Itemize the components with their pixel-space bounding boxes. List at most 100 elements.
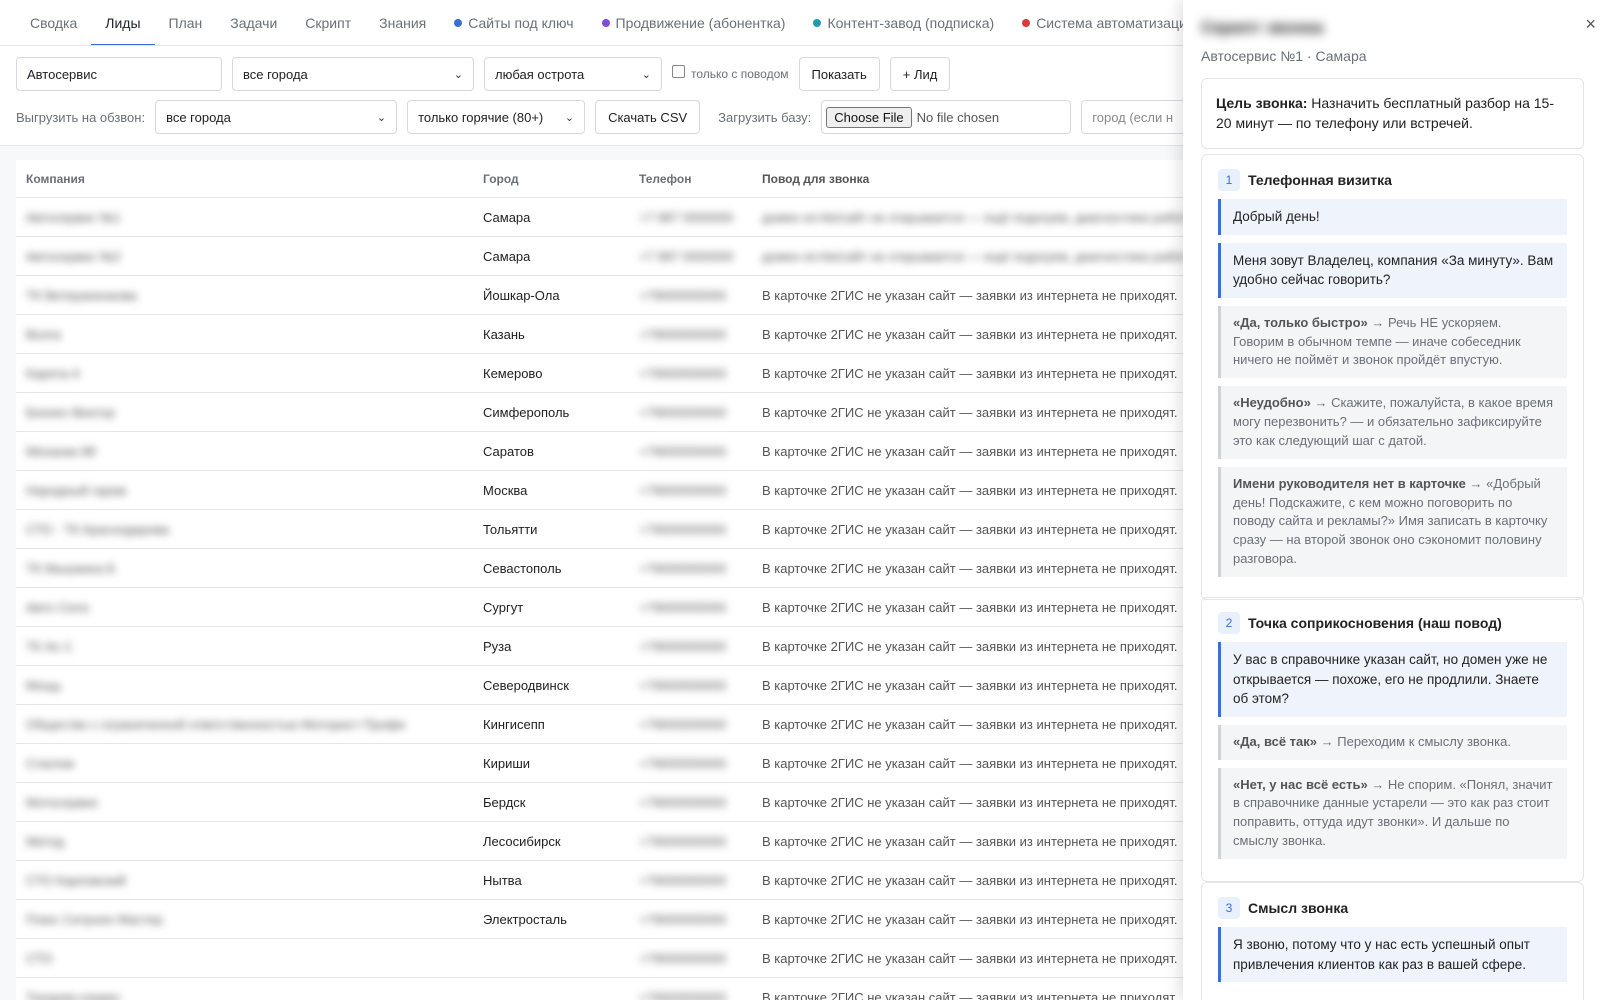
table-row[interactable]: Авто Село Сургут +79000000000 В карточке 2Г…: [16, 588, 1196, 627]
phone-cell: +79000000000: [639, 794, 727, 810]
phone-cell: +79000000000: [639, 755, 727, 771]
reason-cell: В карточке 2ГИС не указан сайт — заявки …: [762, 911, 1178, 927]
table-row[interactable]: Автосервис №2 Самара +7 987 0000000 домен и…: [16, 237, 1196, 276]
header-city[interactable]: Город: [473, 172, 629, 186]
city-filter-select[interactable]: все города ⌄: [232, 57, 474, 91]
city-cell: Лесосибирск: [483, 833, 561, 849]
table-row[interactable]: ТК Ветераненкова Йошкар-Ола +79000000000 В …: [16, 276, 1196, 315]
phone-cell: +79000000000: [639, 599, 727, 615]
script-step: 2 Точка соприкосновения (наш повод) У вас …: [1201, 597, 1584, 882]
city-cell: Тольятти: [483, 521, 538, 537]
table-row[interactable]: Автосервис №1 Самара +7 987 0000000 домен и…: [16, 198, 1196, 237]
export-city-select[interactable]: все города ⌄: [155, 100, 398, 134]
header-reason[interactable]: Повод для звонка: [752, 172, 1196, 186]
panel-title: Скрипт звонка: [1201, 18, 1324, 37]
objection-response: → Переходим к смыслу звонка.: [1317, 733, 1511, 749]
reason-cell: В карточке 2ГИС не указан сайт — заявки …: [762, 482, 1178, 498]
company-cell: Токарев-сервис: [26, 989, 121, 1000]
table-row[interactable]: СТО +79000000000 В карточке 2ГИС не указан…: [16, 939, 1196, 978]
table-row[interactable]: СТО Карповский Нытва +79000000000 В карточк…: [16, 861, 1196, 900]
city-cell: Саратов: [483, 443, 534, 459]
reason-cell: В карточке 2ГИС не указан сайт — заявки …: [762, 794, 1178, 810]
header-phone[interactable]: Телефон: [629, 172, 752, 186]
script-line: Добрый день!: [1218, 199, 1567, 235]
close-icon[interactable]: ×: [1585, 14, 1596, 35]
tab-6[interactable]: Сайты под ключ: [440, 0, 587, 45]
only-reason-checkbox[interactable]: [672, 64, 685, 78]
phone-cell: +79000000000: [639, 443, 727, 459]
tab-9[interactable]: Система автоматизации: [1008, 0, 1208, 45]
only-reason-toggle[interactable]: только с поводом: [672, 64, 789, 81]
table-row[interactable]: Народный гараж Москва +79000000000 В карточ…: [16, 471, 1196, 510]
tab-label: Лиды: [105, 14, 141, 31]
export-heat-value: только горячие (80+): [418, 109, 544, 125]
search-input[interactable]: Автосервис: [16, 57, 222, 91]
city-cell: Самара: [483, 248, 531, 264]
phone-cell: +79000000000: [639, 677, 727, 693]
table-row[interactable]: Карета-4 Кемерово +79000000000 В карточке 2…: [16, 354, 1196, 393]
phone-cell: +79000000000: [639, 833, 727, 849]
tab-5[interactable]: Знания: [365, 0, 440, 45]
objection-label: «Неудобно»: [1233, 395, 1311, 411]
reason-cell: В карточке 2ГИС не указан сайт — заявки …: [762, 989, 1178, 1000]
tab-label: Скрипт: [305, 14, 352, 31]
show-button[interactable]: Показать: [798, 57, 880, 91]
company-cell: Мощь: [26, 677, 62, 693]
export-label: Выгрузить на обзвон:: [16, 109, 146, 125]
phone-cell: +79000000000: [639, 521, 727, 537]
status-dot-icon: [1022, 18, 1031, 27]
choose-file-button[interactable]: Choose File: [826, 106, 912, 128]
tab-label: План: [168, 14, 203, 31]
download-csv-button[interactable]: Скачать CSV: [595, 100, 701, 134]
filter-row: Автосервис все города ⌄ любая острота ⌄ …: [16, 57, 960, 91]
table-row[interactable]: Механик 88 Саратов +79000000000 В карточке …: [16, 432, 1196, 471]
upload-label: Загрузить базу:: [718, 109, 812, 125]
phone-cell: +79000000000: [639, 638, 727, 654]
table-row[interactable]: Общество с ограниченной ответственностью…: [16, 705, 1196, 744]
table-row[interactable]: Метод Лесосибирск +79000000000 В карточке 2…: [16, 822, 1196, 861]
chevron-down-icon: ⌄: [641, 68, 651, 81]
city-cell: Нытва: [483, 872, 522, 888]
file-input[interactable]: Choose File No file chosen: [821, 100, 1072, 134]
file-status-text: No file chosen: [916, 109, 1000, 125]
export-heat-select[interactable]: только горячие (80+) ⌄: [407, 100, 586, 134]
table-row[interactable]: ТК Ас-1 Руза +79000000000 В карточке 2ГИС н…: [16, 627, 1196, 666]
city-cell: Кемерово: [483, 365, 543, 381]
tab-label: Система автоматизации: [1036, 14, 1195, 31]
table-row[interactable]: Бизнес-Вектор Симферополь +79000000000 В ка…: [16, 393, 1196, 432]
step-header: 3 Смысл звонка: [1218, 897, 1567, 919]
header-company[interactable]: Компания: [16, 172, 473, 186]
table-row[interactable]: СТО · ТК Краснодарова Тольятти +7900000000…: [16, 510, 1196, 549]
add-lead-button[interactable]: + Лид: [889, 57, 951, 91]
script-step: 1 Телефонная визитка Добрый день! Меня зову…: [1201, 154, 1584, 600]
leads-table: Компания Город Телефон Повод для звонка …: [16, 160, 1196, 1000]
company-cell: Авто Село: [26, 599, 90, 615]
tab-1[interactable]: Лиды: [91, 0, 155, 45]
tab-3[interactable]: Задачи: [216, 0, 291, 45]
table-row[interactable]: Токарев-сервис +79000000000 В карточке 2ГИ…: [16, 978, 1196, 1000]
tab-0[interactable]: Сводка: [16, 0, 91, 45]
phone-cell: +79000000000: [639, 287, 727, 303]
status-dot-icon: [601, 18, 610, 27]
company-cell: Механик 88: [26, 443, 96, 459]
status-dot-icon: [813, 18, 822, 27]
table-row[interactable]: Слалом Кириши +79000000000 В карточке 2ГИС …: [16, 744, 1196, 783]
table-row[interactable]: Мощь Северодвинск +79000000000 В карточке 2…: [16, 666, 1196, 705]
reason-cell: В карточке 2ГИС не указан сайт — заявки …: [762, 677, 1178, 693]
reason-cell: В карточке 2ГИС не указан сайт — заявки …: [762, 755, 1178, 771]
tab-8[interactable]: Контент-завод (подписка): [799, 0, 1008, 45]
table-row[interactable]: ТК Мышкина Б Севастополь +79000000000 В кар…: [16, 549, 1196, 588]
phone-cell: +7 987 0000000: [639, 248, 734, 264]
tab-2[interactable]: План: [155, 0, 217, 45]
tab-4[interactable]: Скрипт: [291, 0, 365, 45]
heat-filter-select[interactable]: любая острота ⌄: [484, 57, 662, 91]
tab-7[interactable]: Продвижение (абонентка): [588, 0, 800, 45]
table-row[interactable]: Плюс Ситроен Мастер Электросталь +79000000…: [16, 900, 1196, 939]
chevron-down-icon: ⌄: [376, 111, 387, 124]
call-script-panel: Скрипт звонка × Автосервис №1 · Самара Ц…: [1183, 0, 1600, 1000]
reason-cell: В карточке 2ГИС не указан сайт — заявки …: [762, 560, 1178, 576]
table-row[interactable]: Волга Казань +79000000000 В карточке 2ГИС н…: [16, 315, 1196, 354]
company-cell: Бизнес-Вектор: [26, 404, 115, 420]
reason-cell: В карточке 2ГИС не указан сайт — заявки …: [762, 521, 1178, 537]
table-row[interactable]: Мотосервис Бердск +79000000000 В карточке 2…: [16, 783, 1196, 822]
